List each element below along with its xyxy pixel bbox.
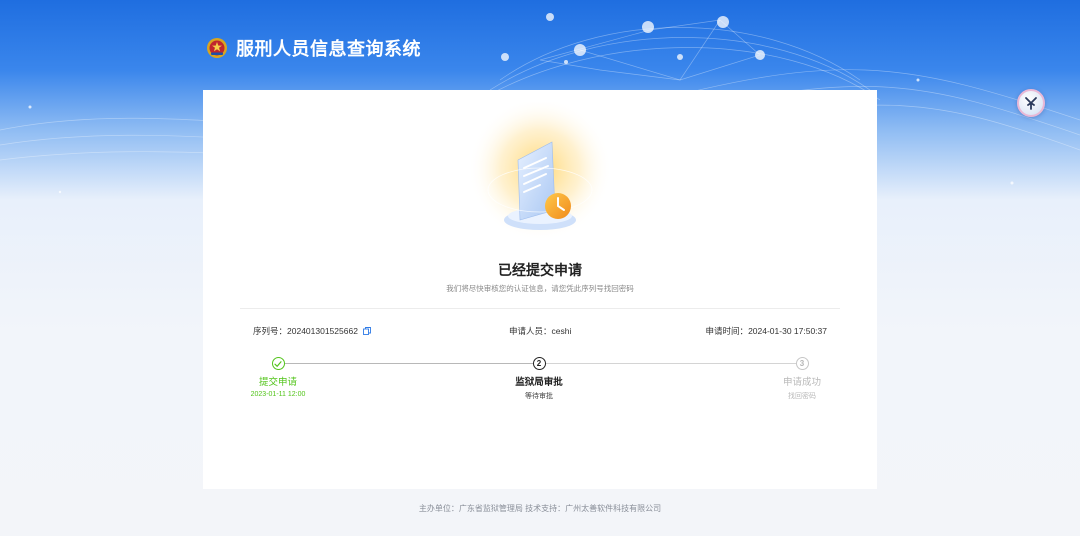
step-label: 监狱局审批 bbox=[515, 377, 563, 388]
police-emblem-icon bbox=[207, 38, 227, 58]
step-description: 找回密码 bbox=[788, 393, 816, 400]
application-info: 序列号： 202401301525662 申请人员： ceshi 申请时间： 2… bbox=[253, 325, 827, 337]
result-title: 已经提交申请 bbox=[498, 262, 582, 278]
step-approval: 2 监狱局审批 等待审批 bbox=[479, 357, 599, 401]
divider bbox=[240, 308, 840, 309]
assistant-button[interactable] bbox=[1017, 89, 1045, 117]
app-title: 服刑人员信息查询系统 bbox=[236, 39, 421, 59]
copy-icon[interactable] bbox=[362, 327, 371, 335]
time-value: 2024-01-30 17:50:37 bbox=[748, 326, 827, 336]
step-submit: 提交申请 2023-01-11 12:00 bbox=[218, 357, 338, 398]
serial-number: 序列号： 202401301525662 bbox=[253, 325, 371, 337]
step-label: 提交申请 bbox=[258, 377, 297, 388]
app-header: 服刑人员信息查询系统 bbox=[206, 35, 421, 61]
step-success: 3 申请成功 找回密码 bbox=[742, 357, 862, 401]
assistant-icon bbox=[1025, 97, 1037, 110]
serial-value: 202401301525662 bbox=[287, 326, 358, 336]
application-time: 申请时间： 2024-01-30 17:50:37 bbox=[706, 325, 827, 337]
check-icon bbox=[271, 357, 285, 370]
applicant-value: ceshi bbox=[551, 326, 572, 336]
step-number: 2 bbox=[532, 357, 546, 370]
applicant-label: 申请人员： bbox=[509, 326, 552, 336]
step-description: 2023-01-11 12:00 bbox=[250, 391, 306, 398]
footer-credits: 主办单位：广东省监狱管理局 技术支持：广州太善软件科技有限公司 bbox=[418, 504, 662, 513]
applicant: 申请人员： ceshi bbox=[509, 325, 571, 337]
result-card: 已经提交申请 我们将尽快审核您的认证信息，请您凭此序列号找回密码 序列号： 20… bbox=[203, 90, 877, 489]
result-subtitle: 我们将尽快审核您的认证信息，请您凭此序列号找回密码 bbox=[446, 284, 634, 293]
step-number: 3 bbox=[795, 357, 809, 370]
submitted-document-illustration bbox=[468, 102, 612, 242]
step-description: 等待审批 bbox=[525, 393, 553, 400]
time-label: 申请时间： bbox=[705, 326, 749, 336]
step-label: 申请成功 bbox=[782, 377, 821, 388]
serial-label: 序列号： bbox=[253, 326, 288, 336]
